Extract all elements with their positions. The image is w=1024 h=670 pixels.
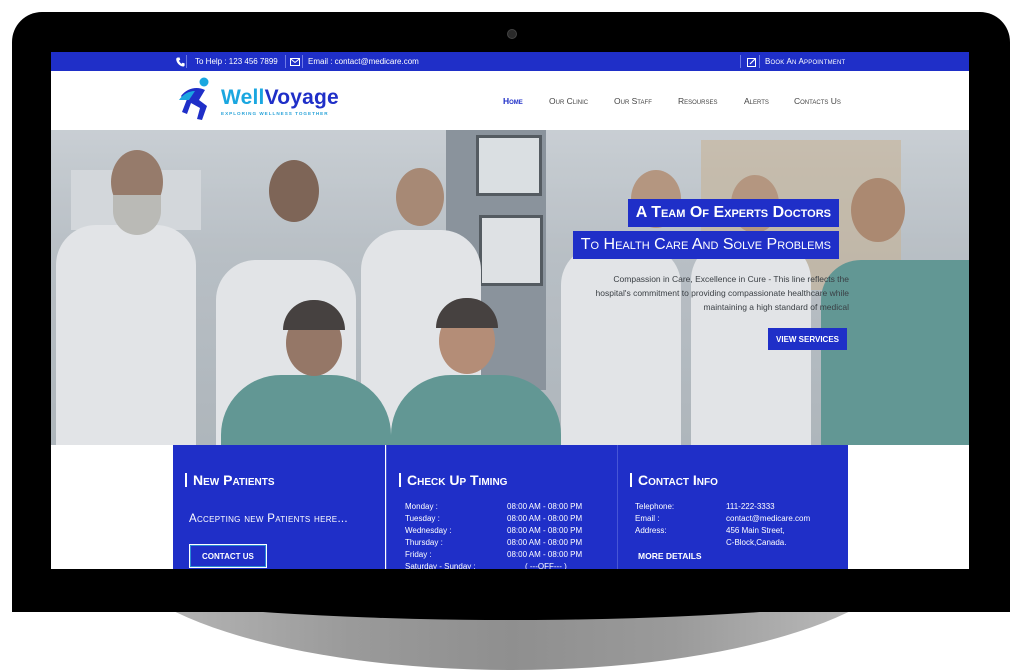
divider [759,55,760,68]
time-value: 08:00 AM - 08:00 PM [507,514,583,523]
divider [740,55,741,68]
day-label: Tuesday : [405,514,440,523]
site-logo[interactable]: WellVoyage EXPLORING WELLNESS TOGETHER [177,77,339,125]
new-patients-subtitle: Accepting new Patients here... [189,513,348,525]
time-value: 08:00 AM - 08:00 PM [507,538,583,547]
help-text: To Help : 123 456 7899 [195,57,278,66]
phone-icon [176,57,185,67]
nav-resources[interactable]: Resourses [678,96,717,106]
time-value: 08:00 AM - 08:00 PM [507,502,583,511]
runner-logo-icon [177,76,215,127]
divider [285,55,286,68]
new-patients-title: New Patients [185,473,274,487]
help-phone[interactable] [176,52,185,71]
nav-alerts[interactable]: Alerts [744,96,769,106]
hero-banner: A Team Of Experts Doctors To Health Care… [51,130,969,445]
top-bar: To Help : 123 456 7899 Email : contact@m… [51,52,969,71]
camera-dot [507,29,517,39]
calendar-edit-icon [747,52,757,71]
time-value: 08:00 AM - 08:00 PM [507,526,583,535]
nav-contacts-us[interactable]: Contacts Us [794,96,841,106]
contact-us-button[interactable]: CONTACT US [189,544,267,568]
book-appointment-link[interactable]: Book An Appointment [765,52,845,71]
website-screen: To Help : 123 456 7899 Email : contact@m… [51,52,969,569]
nav-our-clinic[interactable]: Our Clinic [549,96,588,106]
address-label: Address: [635,526,667,535]
info-section: New Patients Accepting new Patients here… [51,445,969,569]
nav-home[interactable]: Home [503,96,523,106]
view-services-button[interactable]: VIEW SERVICES [768,328,847,350]
hero-subheadline: To Health Care And Solve Problems [572,231,839,259]
email-link[interactable]: Email : contact@medicare.com [308,52,419,71]
time-value: ( ---OFF--- ) [525,562,567,569]
hero-description: Compassion in Care, Excellence in Cure -… [595,274,849,312]
address-line-1: 456 Main Street, [726,526,785,535]
hero-headline: A Team Of Experts Doctors [627,199,839,227]
contact-title: Contact Info [630,473,718,487]
nav-our-staff[interactable]: Our Staff [614,96,652,106]
time-value: 08:00 AM - 08:00 PM [507,550,583,559]
email-label: Email : [635,514,660,523]
email-value[interactable]: contact@medicare.com [726,513,810,525]
mail-icon [290,52,300,71]
day-label: Saturday - Sunday : [405,562,476,569]
checkup-timing-card: Check Up Timing Monday : 08:00 AM - 08:0… [386,445,617,569]
address-line-2: C-Block,Canada. [726,538,787,547]
telephone-value[interactable]: 111-222-3333 [726,501,775,513]
day-label: Monday : [405,502,438,511]
day-label: Thursday : [405,538,443,547]
divider [186,55,187,68]
telephone-label: Telephone: [635,502,675,511]
new-patients-card: New Patients Accepting new Patients here… [173,445,385,569]
checkup-title: Check Up Timing [399,473,507,487]
more-details-button[interactable]: MORE DETAILS [638,551,702,561]
day-label: Friday : [405,550,432,559]
brand-tagline: EXPLORING WELLNESS TOGETHER [221,111,329,116]
site-header: WellVoyage EXPLORING WELLNESS TOGETHER H… [51,71,969,130]
contact-info-card: Contact Info Telephone: 111-222-3333 Ema… [617,445,848,569]
day-label: Wednesday : [405,526,452,535]
divider [302,55,303,68]
brand-name: WellVoyage [221,86,339,109]
